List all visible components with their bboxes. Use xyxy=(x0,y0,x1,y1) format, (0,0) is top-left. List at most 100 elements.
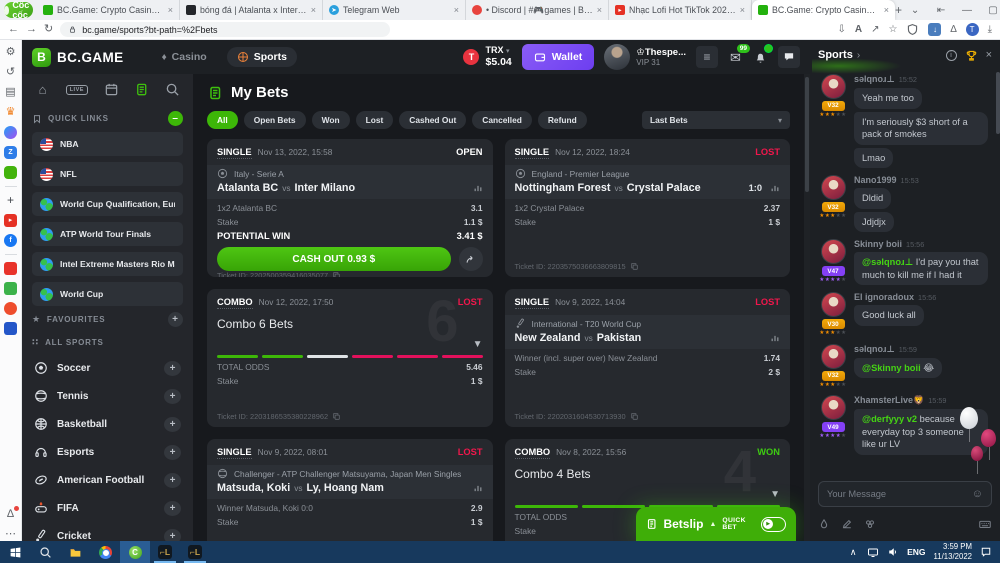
rain-drop-icon[interactable] xyxy=(818,518,830,530)
bet-card[interactable]: SINGLENov 9, 2022, 08:01LOSTChallenger -… xyxy=(207,439,493,541)
chat-message-input[interactable]: Your Message ☺ xyxy=(818,481,992,507)
quick-link-item[interactable]: ATP World Tour Finals xyxy=(32,222,183,246)
mybets-icon[interactable] xyxy=(134,82,149,97)
idm-download-icon[interactable]: ↓ xyxy=(928,23,941,36)
chat-user-avatar[interactable] xyxy=(821,74,846,99)
filter-chip-cancelled[interactable]: Cancelled xyxy=(472,111,532,129)
close-chat-icon[interactable]: × xyxy=(986,49,992,61)
keyboard-icon[interactable] xyxy=(978,517,992,531)
zalo-icon[interactable]: Z xyxy=(4,146,17,159)
copy-icon[interactable] xyxy=(630,262,639,271)
filter-chip-cashed-out[interactable]: Cashed Out xyxy=(399,111,466,129)
stats-icon[interactable] xyxy=(770,333,780,343)
messenger-icon[interactable] xyxy=(4,126,17,139)
home-icon[interactable]: ⌂ xyxy=(35,82,50,97)
stats-icon[interactable] xyxy=(770,183,780,193)
chat-mention[interactable]: @derfyyy v2 xyxy=(862,414,917,424)
taskbar-app-lol[interactable]: ⌐L xyxy=(180,541,210,563)
chevron-right-icon[interactable]: › xyxy=(857,50,860,61)
language-indicator[interactable]: ENG xyxy=(907,547,925,557)
sidebar-sport-item[interactable]: Soccer+ xyxy=(32,354,183,382)
save-page-icon[interactable]: ⇩ xyxy=(837,24,845,35)
back-icon[interactable]: ← xyxy=(8,24,19,35)
chat-user-avatar[interactable] xyxy=(821,344,846,369)
gamepad-icon[interactable] xyxy=(4,166,17,179)
filter-chip-refund[interactable]: Refund xyxy=(538,111,587,129)
expand-sport-button[interactable]: + xyxy=(164,417,181,432)
action-center-icon[interactable] xyxy=(980,546,992,558)
chat-room-name[interactable]: Sports xyxy=(818,49,853,61)
taskbar-app-start[interactable] xyxy=(0,541,30,563)
chat-mention[interactable]: @Skinny boii xyxy=(862,363,921,373)
add-favourite-button[interactable]: + xyxy=(168,312,183,327)
share-icon[interactable]: ↗ xyxy=(871,24,879,35)
sidebar-sport-item[interactable]: FIFA+ xyxy=(32,494,183,522)
expand-sport-button[interactable]: + xyxy=(164,445,181,460)
expand-combo-icon[interactable]: ▼ xyxy=(770,489,780,500)
adblock-shield-icon[interactable] xyxy=(906,23,919,36)
browser-tab[interactable]: ▸Nhạc Lofi Hot TikTok 2022 -× xyxy=(609,0,752,20)
browser-tab[interactable]: BC.Game: Crypto Casino Gan× xyxy=(37,0,180,20)
browser-tab[interactable]: BC.Game: Crypto Casino Gan× xyxy=(752,0,895,20)
taskbar-app-chrome[interactable] xyxy=(90,541,120,563)
youtube-icon[interactable]: ▸ xyxy=(4,214,17,227)
bet-list-button[interactable]: ≡ xyxy=(696,46,718,68)
balance-display[interactable]: T TRX ▾ $5.04 xyxy=(463,45,511,68)
facebook-icon[interactable]: f xyxy=(4,234,17,247)
match-row[interactable]: Nottingham ForestvsCrystal Palace1:0 xyxy=(515,182,781,194)
downloads-icon[interactable]: ⤓ xyxy=(988,24,992,35)
taskbar-app-coccoc[interactable]: C xyxy=(120,541,150,563)
clover-icon[interactable] xyxy=(864,518,876,530)
match-row[interactable]: New ZealandvsPakistan xyxy=(515,332,781,344)
quick-link-item[interactable]: NBA xyxy=(32,132,183,156)
chat-scrollbar[interactable] xyxy=(996,72,1000,172)
translate-icon[interactable]: A xyxy=(855,24,862,35)
quick-bet-toggle[interactable]: ▶ xyxy=(761,517,786,532)
crown-icon[interactable]: ♛ xyxy=(4,106,17,119)
chat-mention[interactable]: @sǝlqnoɹ⊥ xyxy=(862,257,913,267)
expand-sport-button[interactable]: + xyxy=(164,529,181,542)
cash-out-button[interactable]: CASH OUT 0.93 $ xyxy=(217,247,451,271)
bet-card[interactable]: COMBONov 12, 2022, 17:50LOST6Combo 6 Bet… xyxy=(207,289,493,427)
chat-scrollbar-thumb[interactable] xyxy=(996,72,1000,134)
sidebar-sport-item[interactable]: Esports+ xyxy=(32,438,183,466)
expand-sport-button[interactable]: + xyxy=(164,361,181,376)
stats-icon[interactable] xyxy=(473,483,483,493)
back-to-app-icon[interactable]: ⇤ xyxy=(928,0,954,20)
expand-sport-button[interactable]: + xyxy=(164,389,181,404)
minimize-button[interactable]: — xyxy=(954,0,980,20)
coccoc-brand-button[interactable]: Cốc cốc xyxy=(4,2,33,18)
tab-close-icon[interactable]: × xyxy=(168,5,173,15)
copy-icon[interactable] xyxy=(332,271,341,277)
filter-chip-won[interactable]: Won xyxy=(312,111,350,129)
sidebar-sport-item[interactable]: American Football+ xyxy=(32,466,183,494)
notifications-button[interactable] xyxy=(753,50,768,65)
filter-chip-open-bets[interactable]: Open Bets xyxy=(244,111,306,129)
taskbar-clock[interactable]: 3:59 PM 11/13/2022 xyxy=(934,542,972,561)
chat-user-avatar[interactable] xyxy=(821,292,846,317)
search-icon[interactable] xyxy=(165,82,180,97)
notification-bell-icon[interactable]: ∆ xyxy=(950,24,956,35)
chat-user-avatar[interactable] xyxy=(821,239,846,264)
chat-rules-info-icon[interactable]: i xyxy=(946,50,957,61)
profile-avatar-icon[interactable]: T xyxy=(966,23,979,36)
shopee-icon[interactable] xyxy=(4,302,17,315)
url-field[interactable]: bc.game/sports?bt-path=%2Fbets xyxy=(60,22,390,37)
shop-bag-icon[interactable] xyxy=(4,282,17,295)
browser-tab[interactable]: • Discord | #🎮games | BC G× xyxy=(466,0,609,20)
tab-close-icon[interactable]: × xyxy=(884,5,889,15)
stats-icon[interactable] xyxy=(473,183,483,193)
forward-icon[interactable]: → xyxy=(26,24,37,35)
calendar-icon[interactable] xyxy=(104,82,119,97)
more-dots-icon[interactable]: ⋯ xyxy=(4,528,17,541)
plus-icon[interactable]: + xyxy=(4,194,17,207)
volume-icon[interactable] xyxy=(887,546,899,558)
filter-chip-lost[interactable]: Lost xyxy=(356,111,394,129)
browser-tab[interactable]: bóng đá | Atalanta x Internaz× xyxy=(180,0,323,20)
quick-link-item[interactable]: World Cup xyxy=(32,282,183,306)
user-chip[interactable]: ♔Thespe... VIP 31 xyxy=(604,44,686,70)
bet-card[interactable]: SINGLENov 9, 2022, 14:04LOSTInternationa… xyxy=(505,289,791,427)
maximize-button[interactable]: ▢ xyxy=(980,0,1000,20)
history-icon[interactable]: ↺ xyxy=(4,66,17,79)
quick-link-item[interactable]: Intel Extreme Masters Rio Major 2022 xyxy=(32,252,183,276)
